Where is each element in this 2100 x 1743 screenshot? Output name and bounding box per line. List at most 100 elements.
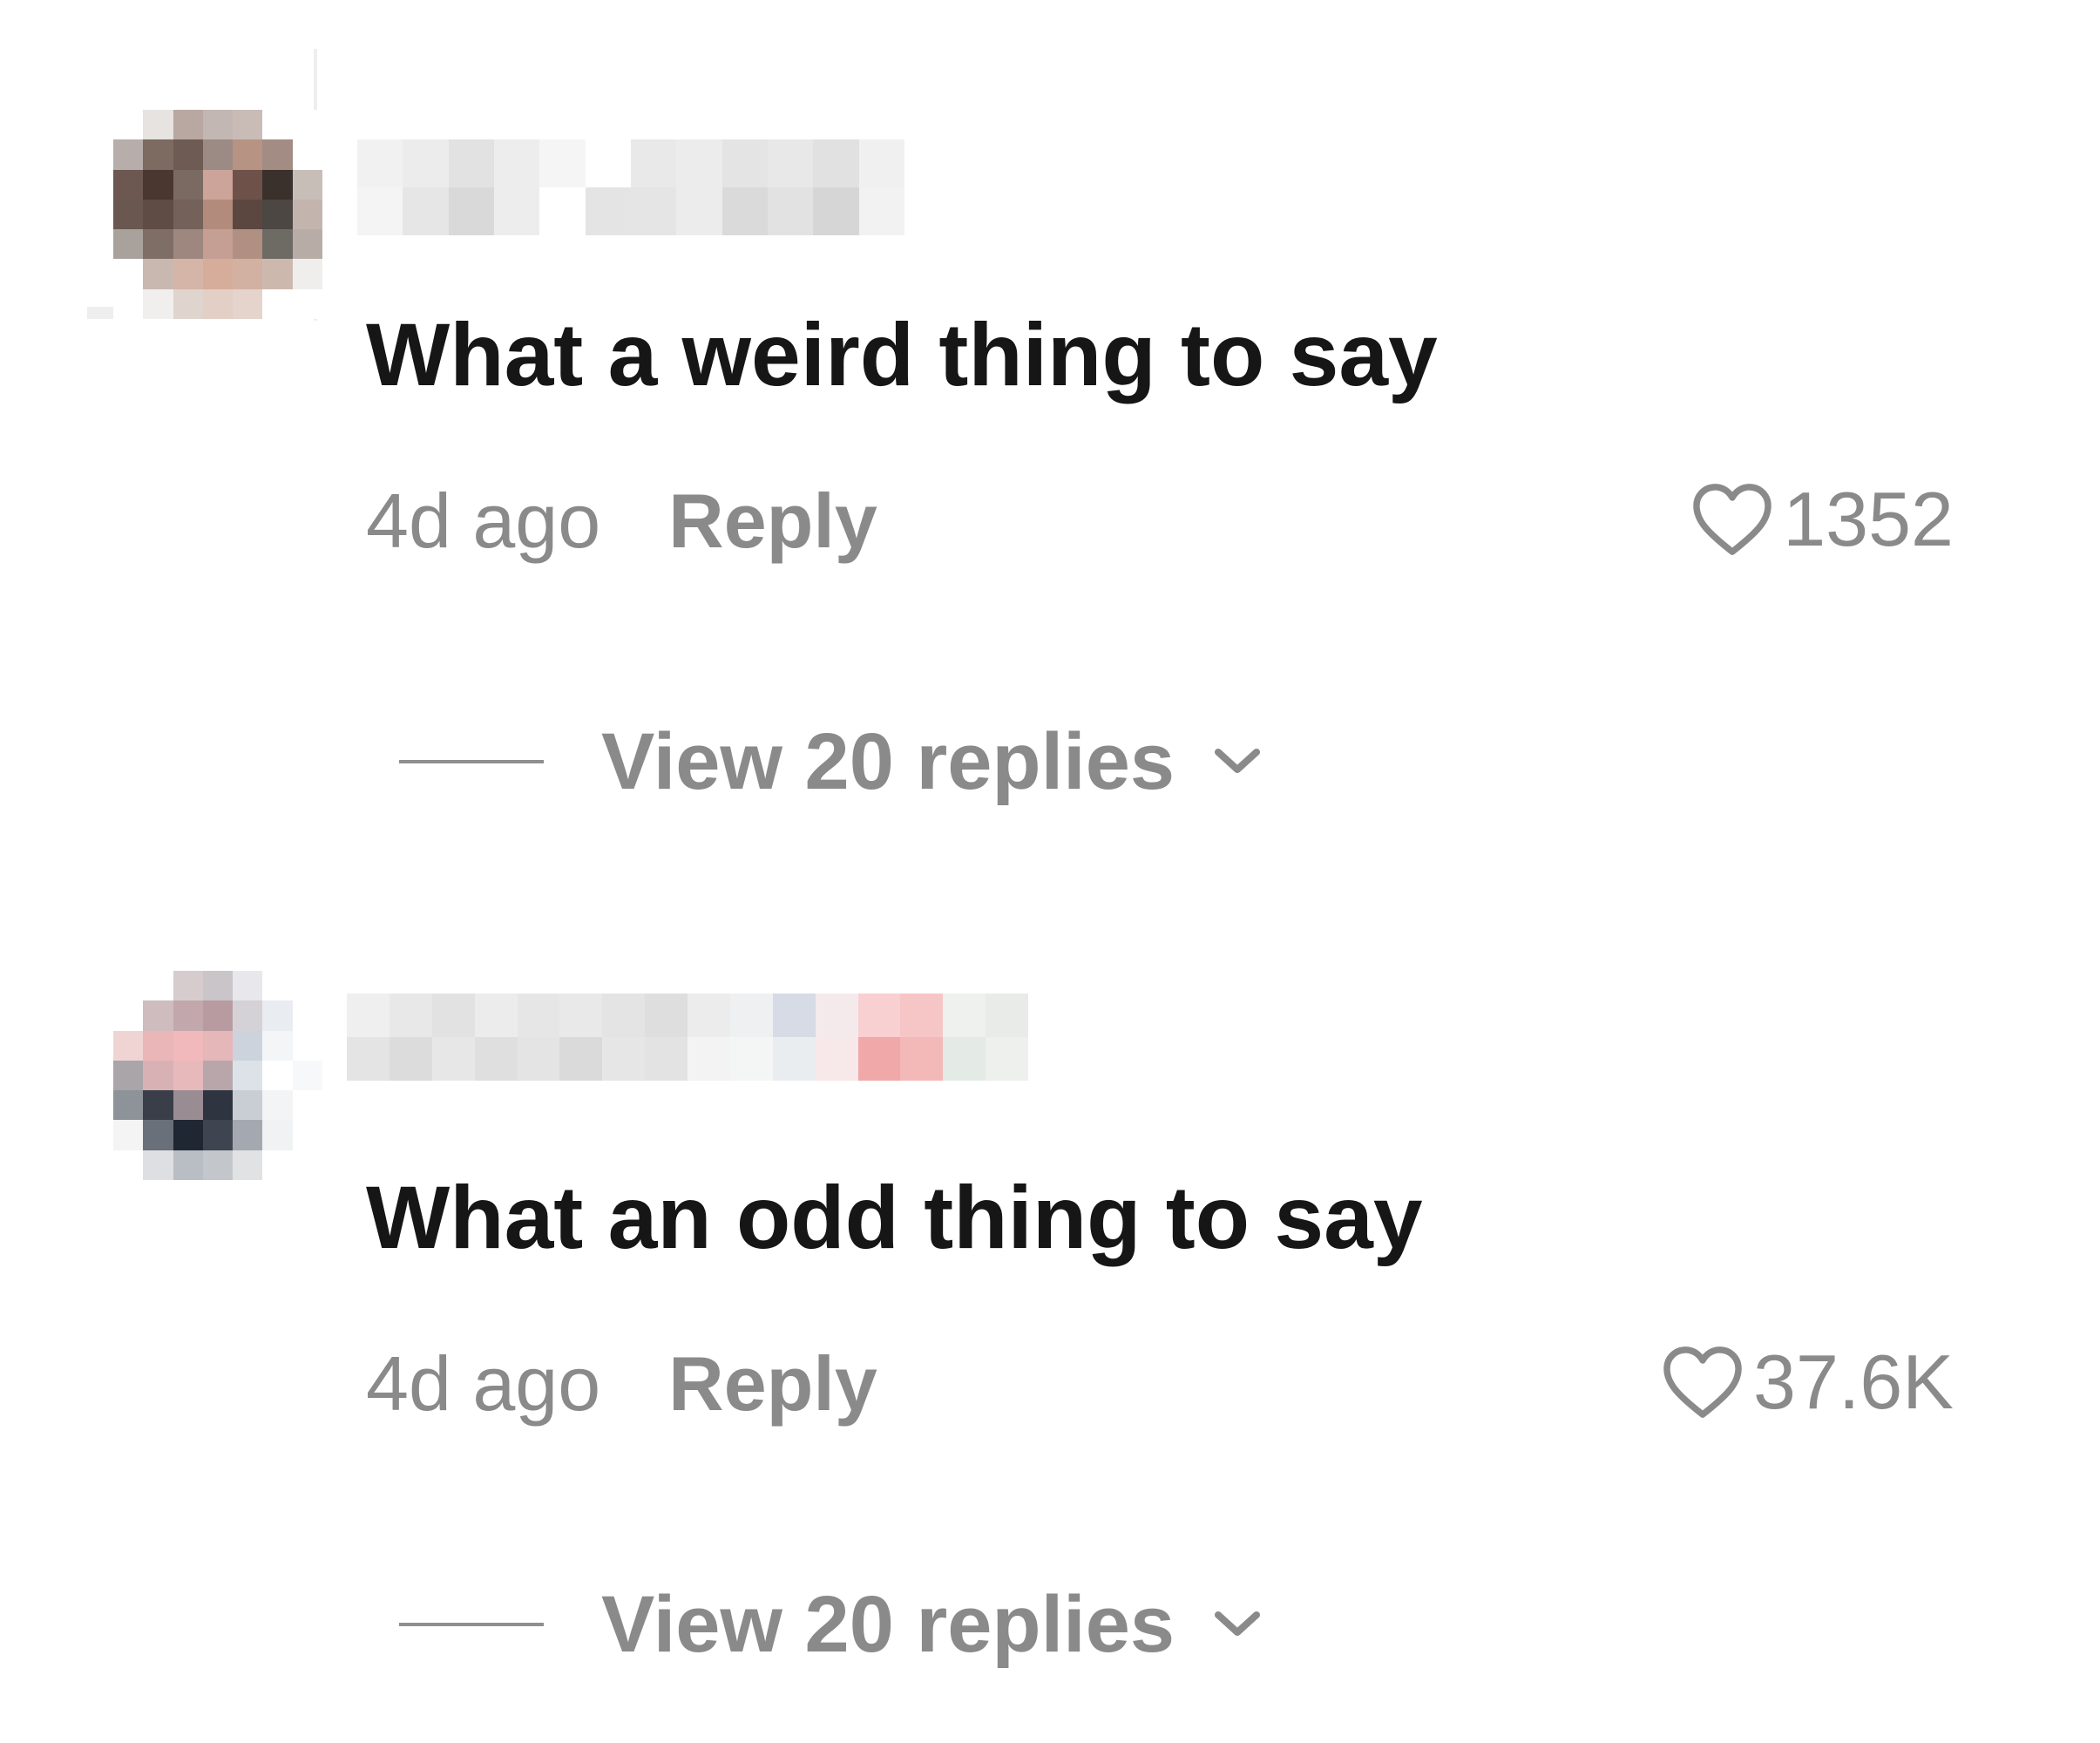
avatar-pixel xyxy=(292,1120,322,1150)
avatar-pixel xyxy=(233,1030,263,1061)
username-blur-block xyxy=(602,1037,646,1081)
username-blur-block xyxy=(539,187,586,235)
avatar[interactable] xyxy=(113,110,322,319)
avatar-pixel xyxy=(262,139,293,170)
username-blur-block xyxy=(900,994,944,1037)
username-blur-block xyxy=(403,187,449,235)
avatar[interactable] xyxy=(113,971,322,1180)
username-blur-block xyxy=(493,187,540,235)
username-blur-block xyxy=(645,994,688,1037)
username-blur-block xyxy=(767,139,814,187)
username-blurred[interactable] xyxy=(357,139,904,235)
username-blur-block xyxy=(943,994,986,1037)
username-blur-block xyxy=(767,187,814,235)
view-replies-button[interactable]: View 20 replies xyxy=(399,1584,1262,1665)
username-blur-block xyxy=(357,187,403,235)
avatar-pixel xyxy=(202,229,234,260)
like-count: 37.6K xyxy=(1753,1339,1954,1425)
like-count: 1352 xyxy=(1783,476,1954,562)
username-blur-block xyxy=(688,1037,730,1081)
avatar-pixel xyxy=(233,288,263,319)
avatar-pixel xyxy=(143,971,173,1001)
username-blur-block xyxy=(559,1037,603,1081)
username-blur-block xyxy=(539,139,586,187)
avatar-pixel xyxy=(202,1150,234,1180)
avatar-pixel xyxy=(113,288,144,319)
reply-button[interactable]: Reply xyxy=(668,478,877,564)
avatar-pixel xyxy=(173,1000,203,1031)
avatar-pixel xyxy=(113,1150,144,1180)
avatar-pixel xyxy=(173,1120,203,1150)
avatar-pixel xyxy=(292,1030,322,1061)
avatar-pixel xyxy=(262,288,293,319)
heart-outline-icon xyxy=(1663,1346,1742,1418)
username-blur-block xyxy=(857,994,901,1037)
username-blur-block xyxy=(602,994,646,1037)
comment-timestamp: 4d ago xyxy=(366,478,601,564)
avatar-pixel xyxy=(143,1000,173,1031)
username-blur-block xyxy=(585,187,631,235)
username-blur-block xyxy=(431,1037,475,1081)
avatar-pixel xyxy=(173,1150,203,1180)
username-blur-block xyxy=(986,1037,1028,1081)
username-blur-block xyxy=(559,994,603,1037)
avatar-pixel xyxy=(262,1060,293,1091)
username-blur-block xyxy=(721,187,768,235)
username-blur-block xyxy=(900,1037,944,1081)
avatar-pixel xyxy=(113,971,144,1001)
avatar-pixel xyxy=(233,971,263,1001)
username-blur-block xyxy=(857,1037,901,1081)
avatar-pixel xyxy=(292,139,322,170)
avatar-pixel xyxy=(292,288,322,319)
avatar-pixel xyxy=(292,229,322,260)
avatar-pixel xyxy=(173,169,203,200)
username-blur-block xyxy=(688,994,730,1037)
avatar-pixel xyxy=(262,169,293,200)
view-replies-label: View 20 replies xyxy=(601,717,1175,806)
avatar-pixel xyxy=(143,169,173,200)
avatar-pixel xyxy=(202,971,234,1001)
avatar-pixel xyxy=(262,229,293,260)
reply-button[interactable]: Reply xyxy=(668,1340,877,1427)
username-blur-block xyxy=(389,994,432,1037)
avatar-pixel xyxy=(143,1150,173,1180)
avatar-pixel xyxy=(173,110,203,140)
avatar-pixel xyxy=(113,1030,144,1061)
avatar-pixel xyxy=(143,139,173,170)
avatar-pixel xyxy=(233,1060,263,1091)
avatar-pixel xyxy=(143,288,173,319)
username-blur-block xyxy=(357,139,403,187)
avatar-pixel xyxy=(143,199,173,230)
avatar-pixel xyxy=(202,139,234,170)
avatar-pixel xyxy=(233,139,263,170)
heart-outline-icon xyxy=(1693,484,1771,555)
avatar-pixel xyxy=(202,288,234,319)
avatar-pixel xyxy=(262,1150,293,1180)
username-blur-block xyxy=(676,187,722,235)
avatar-pixel xyxy=(173,1030,203,1061)
avatar-pixel xyxy=(292,169,322,200)
avatar-pixel xyxy=(143,1090,173,1121)
username-blurred[interactable] xyxy=(347,994,1028,1081)
username-blur-block xyxy=(729,1037,773,1081)
avatar-pixel xyxy=(173,229,203,260)
like-button[interactable]: 1352 xyxy=(1690,481,1954,558)
view-replies-button[interactable]: View 20 replies xyxy=(399,722,1262,802)
avatar-pixel xyxy=(113,229,144,260)
username-blur-block xyxy=(347,1037,390,1081)
comment-item: What a weird thing to say 4d ago Reply 13… xyxy=(0,0,2100,802)
username-blur-block xyxy=(630,187,677,235)
avatar-pixel xyxy=(202,1090,234,1121)
avatar-pixel xyxy=(292,1060,322,1091)
avatar-pixel xyxy=(113,1120,144,1150)
avatar-pixel xyxy=(233,229,263,260)
avatar-pixel xyxy=(173,1060,203,1091)
avatar-pixel xyxy=(113,199,144,230)
avatar-pixel xyxy=(202,1030,234,1061)
username-blur-block xyxy=(772,1037,816,1081)
avatar-pixel xyxy=(143,229,173,260)
avatar-pixel xyxy=(292,971,322,1001)
like-button[interactable]: 37.6K xyxy=(1661,1344,1954,1421)
avatar-pixel xyxy=(292,1000,322,1031)
username-blur-block xyxy=(645,1037,688,1081)
